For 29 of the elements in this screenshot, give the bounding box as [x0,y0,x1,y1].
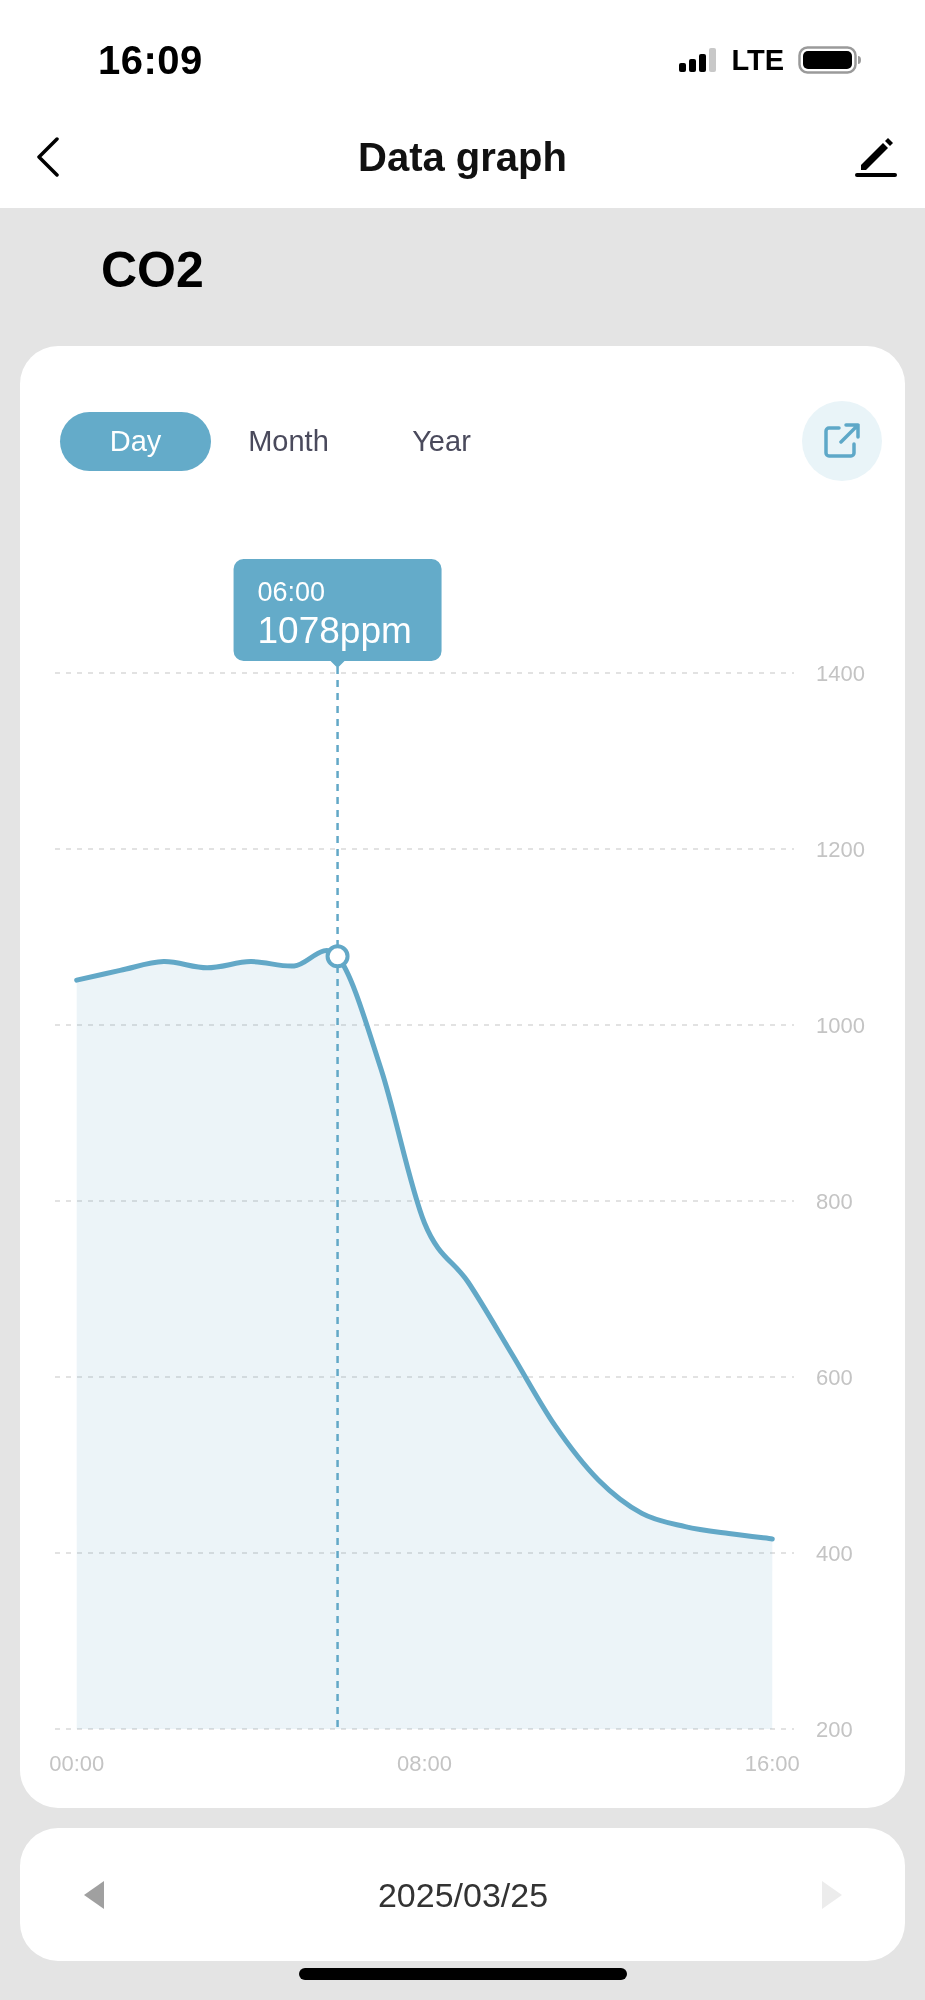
period-tab[interactable]: Year [366,411,517,471]
edit-button[interactable] [855,136,897,177]
x-axis-label: 08:00 [396,1751,453,1776]
y-axis-label: 1000 [816,1013,865,1038]
x-axis-label: 16:00 [744,1751,800,1776]
network-type: LTE [731,45,784,75]
tooltip-value: 1078ppm [257,610,412,651]
tooltip-time: 06:00 [257,577,326,607]
y-axis-label: 1200 [816,837,865,862]
external-link-icon [823,423,861,459]
previous-day-button[interactable] [84,1880,104,1909]
page-title: Data graph [358,134,567,179]
pencil-icon [855,136,897,177]
status-time: 16:09 [98,38,203,82]
sensor-title: CO2 [101,245,204,295]
back-button[interactable] [36,136,60,177]
triangle-left-icon [84,1880,104,1909]
x-axis-label: 00:00 [49,1751,105,1776]
y-axis-label: 800 [816,1189,853,1214]
data-point-marker [325,944,350,969]
y-axis-label: 200 [816,1717,853,1742]
y-axis-label: 1400 [816,661,865,686]
battery-icon [798,46,862,74]
y-axis-label: 400 [816,1541,853,1566]
signal-icon [679,48,718,72]
date-label: 2025/03/25 [377,1877,549,1912]
chevron-left-icon [36,136,60,177]
period-tab[interactable]: Month [213,411,364,471]
y-axis-label: 600 [816,1365,853,1390]
